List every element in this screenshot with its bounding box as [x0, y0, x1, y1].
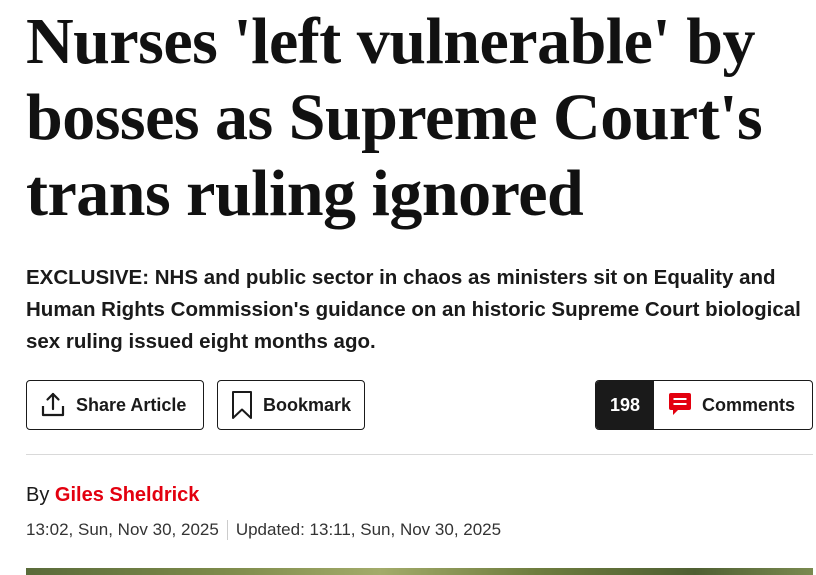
speech-bubble-icon: [667, 392, 693, 418]
comments-button[interactable]: 198 Comments: [595, 380, 813, 430]
byline: By Giles Sheldrick: [26, 482, 199, 508]
published-date: 13:02, Sun, Nov 30, 2025: [26, 520, 219, 539]
standfirst: EXCLUSIVE: NHS and public sector in chao…: [26, 266, 801, 353]
article-dates: 13:02, Sun, Nov 30, 2025 Updated: 13:11,…: [26, 518, 501, 542]
bookmark-button[interactable]: Bookmark: [217, 380, 365, 430]
article-actions: Share Article Bookmark 198 Comments: [26, 380, 813, 432]
updated-date: Updated: 13:11, Sun, Nov 30, 2025: [235, 520, 502, 539]
divider: [26, 454, 813, 455]
comments-label: Comments: [702, 394, 796, 415]
author-link[interactable]: Giles Sheldrick: [55, 484, 200, 506]
bookmark-label: Bookmark: [263, 394, 352, 415]
hero-image: [26, 568, 813, 575]
share-article-button[interactable]: Share Article: [26, 380, 204, 430]
share-article-label: Share Article: [76, 394, 187, 415]
comment-count-badge: 198: [596, 381, 654, 429]
share-upload-icon: [39, 391, 67, 419]
bookmark-icon: [230, 390, 254, 420]
article: Nurses 'left vulnerable' by bosses as Su…: [26, 0, 813, 575]
headline: Nurses 'left vulnerable' by bosses as Su…: [26, 5, 763, 230]
byline-prefix: By: [26, 484, 50, 506]
comments-label-group: Comments: [654, 392, 795, 418]
date-separator: [226, 520, 228, 540]
